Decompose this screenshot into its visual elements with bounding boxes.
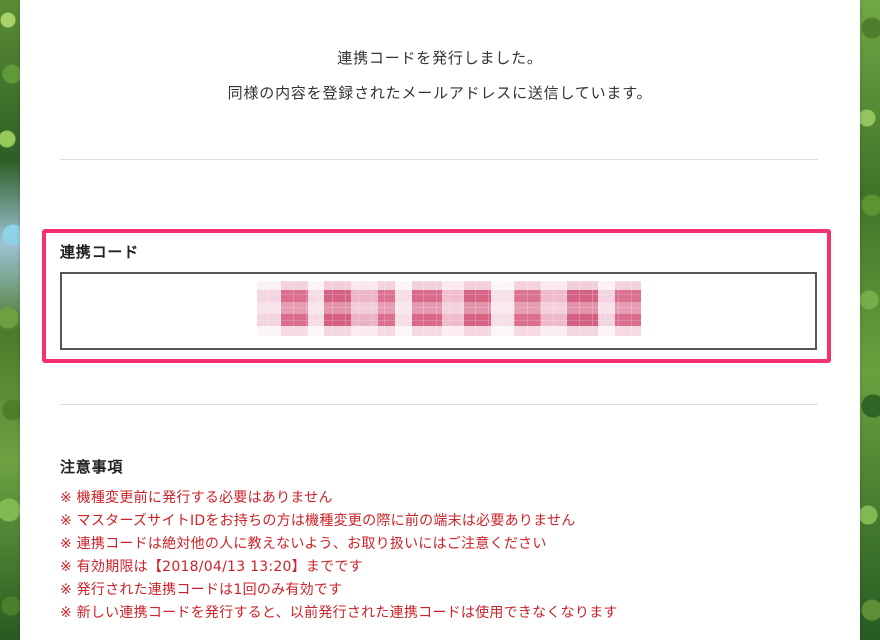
bottom-divider: [60, 404, 818, 405]
note-item: ※ マスターズサイトIDをお持ちの方は機種変更の際に前の端末は必要ありません: [60, 513, 576, 529]
right-background-foliage: [860, 0, 880, 640]
masked-link-code: [241, 281, 659, 336]
top-divider: [60, 159, 818, 160]
note-item: ※ 連携コードは絶対他の人に教えないよう、お取り扱いにはご注意ください: [60, 536, 547, 552]
pixelated-code-mosaic: [241, 281, 659, 336]
note-item: ※ 発行された連携コードは1回のみ有効です: [60, 582, 343, 598]
link-code-label: 連携コード: [60, 243, 140, 261]
email-sent-message-line: 同様の内容を登録されたメールアドレスに送信しています。: [227, 84, 653, 102]
issued-message-line: 連携コードを発行しました。: [337, 49, 543, 67]
link-code-result-panel: 連携コードを発行しました。 同様の内容を登録されたメールアドレスに送信しています…: [20, 0, 860, 640]
issued-message: 連携コードを発行しました。 同様の内容を登録されたメールアドレスに送信しています…: [20, 41, 860, 111]
notes-list: ※ 機種変更前に発行する必要はありません ※ マスターズサイトIDをお持ちの方は…: [60, 487, 618, 625]
notes-title: 注意事項: [60, 458, 124, 476]
left-background-foliage: [0, 0, 20, 640]
note-item: ※ 新しい連携コードを発行すると、以前発行された連携コードは使用できなくなります: [60, 605, 618, 621]
note-item: ※ 機種変更前に発行する必要はありません: [60, 490, 333, 506]
link-code-box[interactable]: [60, 272, 817, 350]
note-item: ※ 有効期限は【2018/04/13 13:20】までです: [60, 559, 363, 575]
link-code-callout: 連携コード: [42, 229, 831, 363]
